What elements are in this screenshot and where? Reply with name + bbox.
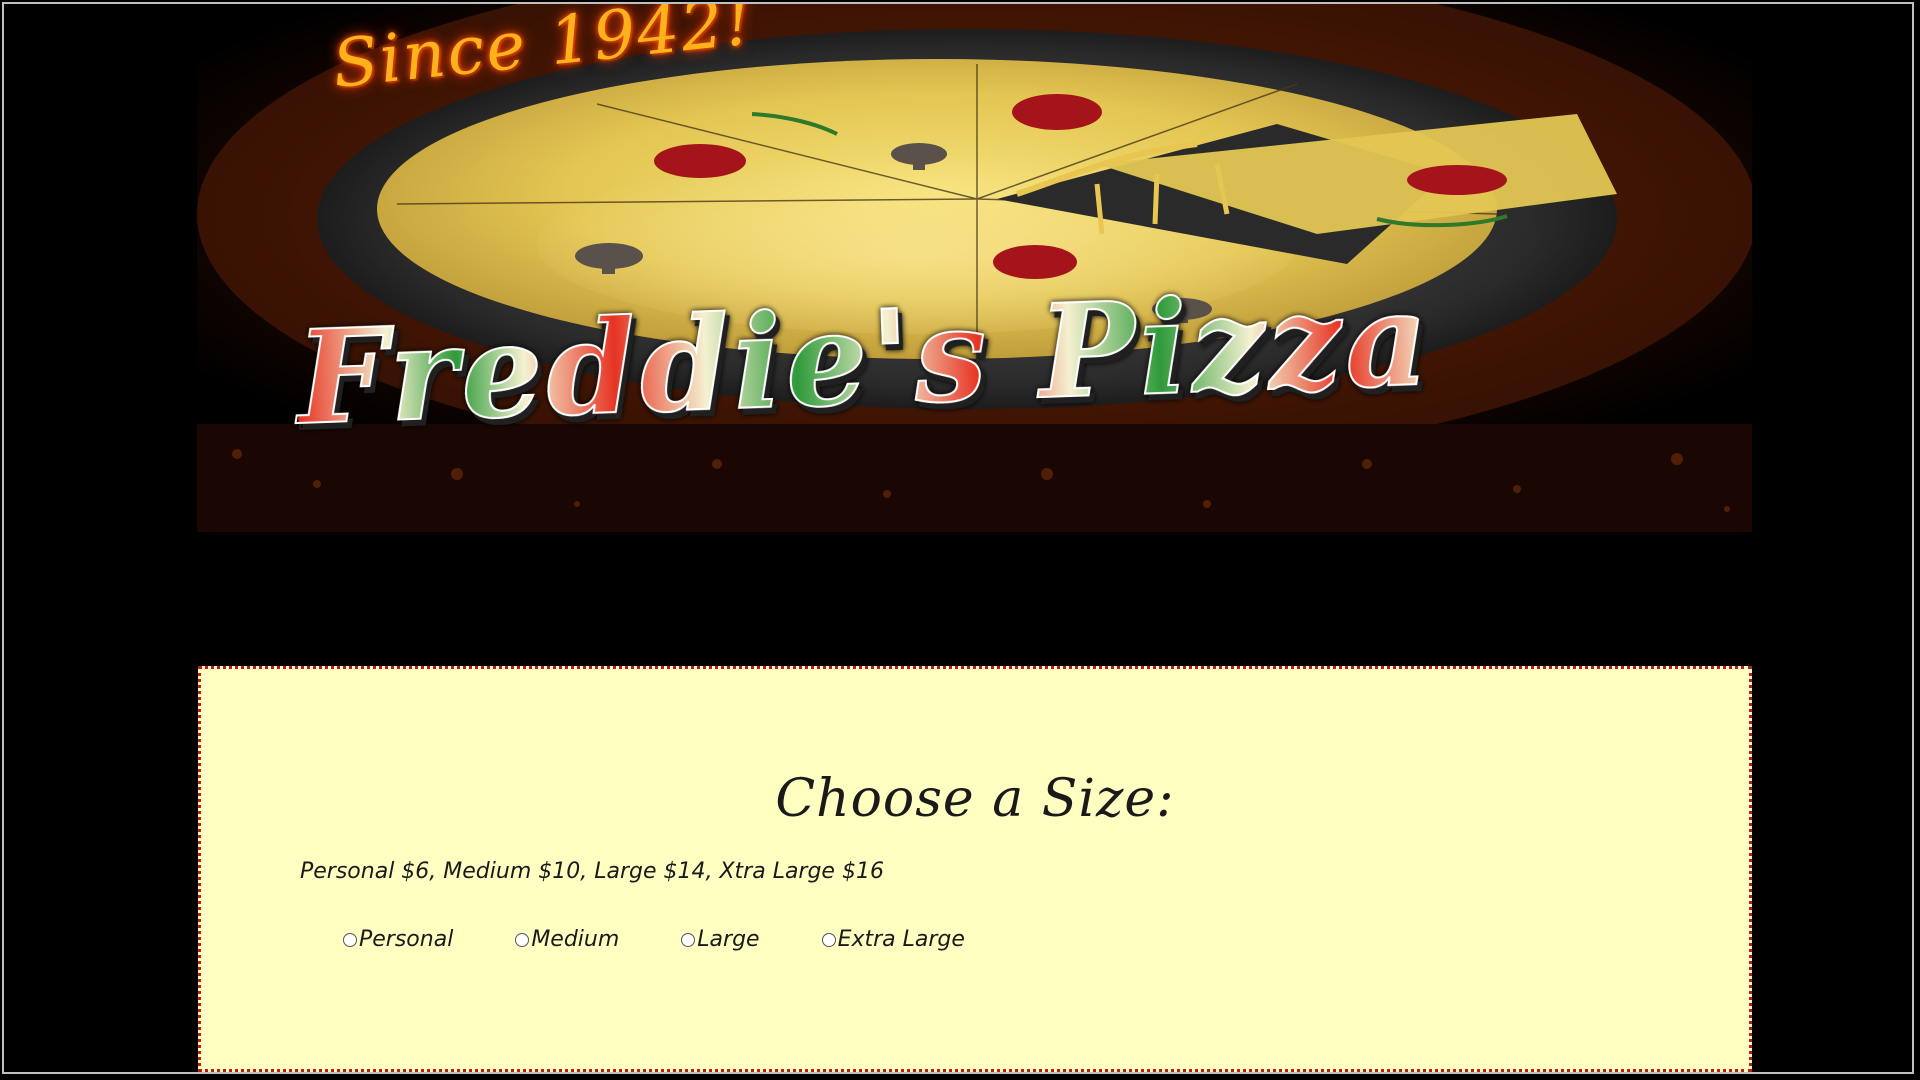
size-option-extra-large[interactable]: Extra Large [821, 927, 965, 952]
size-options: Personal Medium Large Extra Large [343, 927, 1027, 952]
size-option-label: Large [697, 927, 760, 952]
size-selection-panel: Choose a Size: Personal $6, Medium $10, … [198, 666, 1752, 1072]
size-option-label: Medium [531, 927, 620, 952]
page: Since 1942! Freddie's Pizza Choose a Siz… [0, 0, 1920, 1080]
size-option-personal[interactable]: Personal [343, 927, 453, 952]
size-option-medium[interactable]: Medium [515, 927, 619, 952]
size-option-large[interactable]: Large [681, 927, 760, 952]
radio-large[interactable] [681, 932, 696, 947]
size-option-label: Personal [359, 927, 454, 952]
header-banner: Since 1942! Freddie's Pizza [197, 4, 1752, 532]
price-list: Personal $6, Medium $10, Large $14, Xtra… [300, 859, 884, 884]
radio-extra-large[interactable] [821, 932, 836, 947]
size-panel-title: Choose a Size: [775, 769, 1175, 829]
radio-medium[interactable] [515, 932, 530, 947]
radio-personal[interactable] [343, 932, 357, 947]
size-option-label: Extra Large [837, 927, 965, 952]
